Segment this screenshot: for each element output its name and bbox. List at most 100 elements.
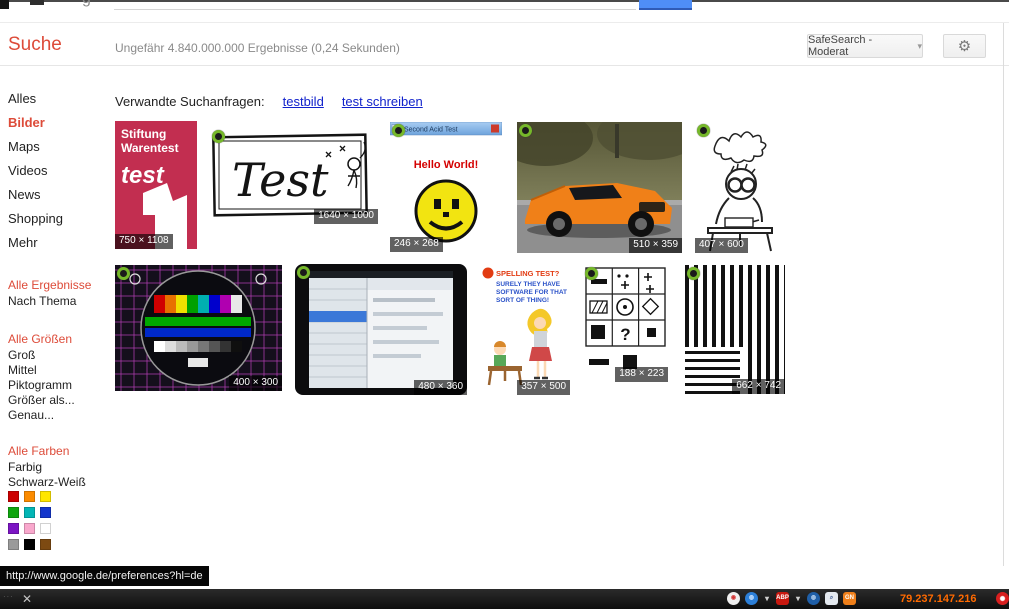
color-swatch-white[interactable] — [40, 523, 51, 534]
color-swatch-pink[interactable] — [24, 523, 35, 534]
network-globe-icon[interactable]: ◍ — [807, 592, 820, 605]
dimension-badge: 480 × 360 — [414, 380, 467, 395]
browser-viewport: g Suche Ungefähr 4.840.000.000 Ergebniss… — [0, 0, 1009, 609]
related-searches: Verwandte Suchanfragen: testbild test schr… — [115, 94, 423, 109]
related-link-test-schreiben[interactable]: test schreiben — [342, 94, 423, 109]
svg-text:?: ? — [620, 325, 630, 344]
filter-piktogramm[interactable]: Piktogramm — [8, 379, 108, 391]
google-logo-fragment: g — [82, 0, 102, 10]
dimension-badge: 357 × 500 — [517, 380, 570, 395]
filter-mittel[interactable]: Mittel — [8, 364, 108, 376]
sidebar-item-bilder[interactable]: Bilder — [8, 116, 108, 129]
filter-genau[interactable]: Genau... — [8, 409, 108, 421]
safesearch-dropdown[interactable]: SafeSearch - Moderat ▾ — [807, 34, 923, 58]
filter-alle-ergebnisse[interactable]: Alle Ergebnisse — [8, 279, 108, 291]
image-result-lamborghini[interactable]: 510 × 359 — [517, 122, 682, 253]
sidebar-item-videos[interactable]: Videos — [8, 164, 108, 177]
filter-section-size: Alle Größen Groß Mittel Piktogramm Größe… — [8, 333, 108, 424]
gn-badge-icon[interactable]: GN — [843, 592, 856, 605]
thumbnail-image — [695, 122, 785, 253]
svg-text:Test: Test — [232, 153, 329, 207]
color-swatch-orange[interactable] — [24, 491, 35, 502]
filter-farbig[interactable]: Farbig — [8, 461, 108, 473]
related-searches-label: Verwandte Suchanfragen: — [115, 94, 265, 109]
safesearch-label: SafeSearch - Moderat — [808, 34, 913, 58]
extension-marker-icon[interactable] — [519, 124, 532, 137]
extension-marker-icon[interactable] — [687, 267, 700, 280]
sidebar-item-news[interactable]: News — [8, 188, 108, 201]
chevron-down-icon[interactable]: ▾ — [794, 592, 802, 605]
color-swatch-red[interactable] — [8, 491, 19, 502]
scrollbar-track — [1003, 23, 1004, 566]
color-swatch-brown[interactable] — [40, 539, 51, 550]
extension-marker-icon[interactable] — [297, 266, 310, 279]
gear-icon: ⚙ — [958, 37, 971, 55]
extension-marker-icon[interactable] — [117, 267, 130, 280]
settings-gear-button[interactable]: ⚙ — [943, 34, 986, 58]
svg-text:Stiftung: Stiftung — [121, 127, 166, 141]
svg-text:SOFTWARE FOR THAT: SOFTWARE FOR THAT — [496, 289, 567, 296]
extension-marker-icon[interactable] — [392, 124, 405, 137]
filter-alle-farben[interactable]: Alle Farben — [8, 445, 108, 457]
filter-alle-groessen[interactable]: Alle Größen — [8, 333, 108, 345]
dimension-badge: 246 × 268 — [390, 237, 443, 252]
sidebar-item-alles[interactable]: Alles — [8, 92, 108, 105]
window-corner-fragment — [0, 0, 9, 9]
adblock-abp-icon[interactable]: ABP — [776, 592, 789, 605]
filter-gross[interactable]: Groß — [8, 349, 108, 361]
related-link-testbild[interactable]: testbild — [283, 94, 324, 109]
color-swatch-grid — [8, 491, 68, 550]
search-button-fragment[interactable] — [639, 0, 692, 10]
alert-tray-icon[interactable] — [996, 592, 1009, 605]
svg-text:Warentest: Warentest — [121, 141, 179, 155]
image-result-tv-test-pattern[interactable]: 400 × 300 — [115, 265, 282, 391]
dimension-badge: 407 × 600 — [695, 238, 748, 253]
svg-text:SPELLING TEST?: SPELLING TEST? — [496, 269, 560, 278]
filter-groesser-als[interactable]: Größer als... — [8, 394, 108, 406]
logo-letter: g — [82, 0, 102, 8]
chrome-divider — [0, 22, 1009, 23]
thumbnail-image — [517, 122, 682, 253]
svg-text:test: test — [121, 162, 165, 189]
media-player-icon[interactable]: ◉ — [727, 592, 740, 605]
sidebar-nav: Alles Bilder Maps Videos News Shopping M… — [8, 92, 108, 260]
extension-marker-icon[interactable] — [212, 130, 225, 143]
extension-marker-icon[interactable] — [697, 124, 710, 137]
image-result-thinking-cartoon[interactable]: 407 × 600 — [695, 122, 785, 253]
image-result-tablet-settings[interactable]: 480 × 360 — [295, 264, 467, 395]
sidebar-item-shopping[interactable]: Shopping — [8, 212, 108, 225]
sidebar-item-mehr[interactable]: Mehr — [8, 236, 108, 249]
color-swatch-teal[interactable] — [24, 507, 35, 518]
thumbnail-image: Stiftung Warentest test — [115, 121, 197, 249]
color-swatch-blue[interactable] — [40, 507, 51, 518]
dimension-badge: 750 × 1108 — [115, 234, 173, 249]
filter-schwarz-weiss[interactable]: Schwarz-Weiß — [8, 476, 108, 488]
filter-section-color: Alle Farben Farbig Schwarz-Weiß — [8, 445, 108, 491]
color-swatch-black[interactable] — [24, 539, 35, 550]
color-swatch-purple[interactable] — [8, 523, 19, 534]
svg-text:Second Acid Test: Second Acid Test — [404, 127, 458, 134]
search-tray-icon[interactable]: ⌕ — [825, 592, 838, 605]
image-result-spelling-cartoon[interactable]: SPELLING TEST? SURELY THEY HAVE SOFTWARE… — [480, 265, 570, 395]
image-result-acid-test-smiley[interactable]: Second Acid Test Hello World! 246 × 268 — [390, 122, 502, 252]
results-stats: Ungefähr 4.840.000.000 Ergebnisse (0,24 … — [115, 41, 400, 55]
color-swatch-green[interactable] — [8, 507, 19, 518]
svg-text:SURELY THEY HAVE: SURELY THEY HAVE — [496, 281, 561, 288]
svg-text:Hello World!: Hello World! — [414, 159, 479, 171]
thumbnail-image: ? — [583, 265, 668, 382]
color-swatch-gray[interactable] — [8, 539, 19, 550]
image-result-iq-puzzle[interactable]: ? 188 × 223 — [583, 265, 668, 382]
filter-nach-thema[interactable]: Nach Thema — [8, 295, 108, 307]
color-swatch-yellow[interactable] — [40, 491, 51, 502]
sidebar-item-maps[interactable]: Maps — [8, 140, 108, 153]
image-result-test-sketch[interactable]: Test 1640 × 1000 — [210, 128, 378, 224]
globe-icon[interactable]: ◍ — [745, 592, 758, 605]
image-result-stiftung-warentest[interactable]: Stiftung Warentest test 750 × 1108 — [115, 121, 197, 249]
image-result-stripe-pattern[interactable]: 662 × 742 — [685, 265, 785, 394]
close-icon[interactable]: ✕ — [22, 589, 32, 609]
chevron-down-icon[interactable]: ▾ — [763, 592, 771, 605]
search-box-underline — [114, 9, 636, 10]
dimension-badge: 1640 × 1000 — [314, 209, 378, 224]
extension-marker-icon[interactable] — [585, 267, 598, 280]
page-title: Suche — [8, 34, 62, 56]
